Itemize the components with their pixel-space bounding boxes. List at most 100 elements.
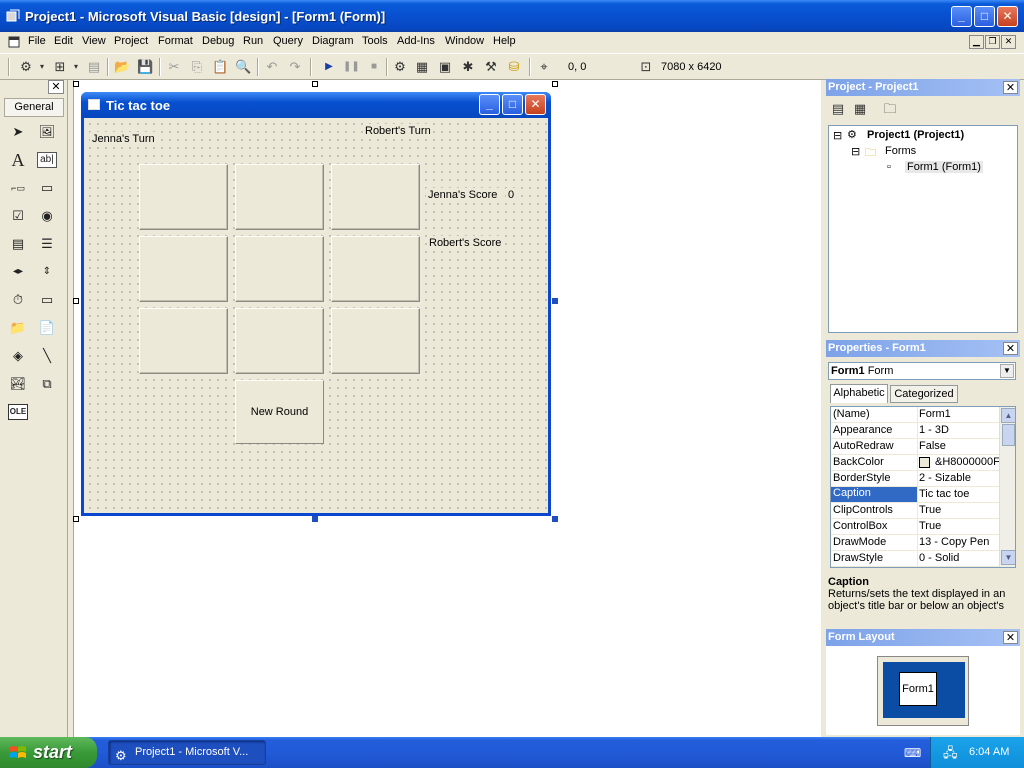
properties-grid[interactable]: (Name) Form1 Appearance 1 - 3D AutoRedraw Fal… <box>830 406 1016 568</box>
undo-icon[interactable]: ↶ <box>264 59 280 75</box>
property-row[interactable]: Appearance 1 - 3D <box>831 423 999 439</box>
resize-handle[interactable] <box>552 298 558 304</box>
collapse-icon[interactable]: ⊟ <box>851 145 860 158</box>
resize-handle[interactable] <box>552 81 558 87</box>
paste-icon[interactable]: 📋 <box>212 59 228 75</box>
robert-score-label[interactable]: Robert's Score <box>427 236 504 250</box>
menu-project[interactable]: Project <box>114 35 148 47</box>
label-tool-icon[interactable]: A <box>8 150 28 170</box>
ole-tool-icon[interactable]: OLE <box>8 404 28 420</box>
view-object-icon[interactable]: ▦ <box>852 101 868 117</box>
mdi-close-button[interactable]: ✕ <box>1001 35 1016 49</box>
timer-tool-icon[interactable]: ⏱ <box>8 290 28 310</box>
form-close-button[interactable]: ✕ <box>525 94 546 115</box>
scrollbar-thumb[interactable] <box>1002 424 1015 446</box>
property-value[interactable]: 2 - Sizable <box>919 472 999 484</box>
property-row[interactable]: ClipControls True <box>831 503 999 519</box>
form-title-bar[interactable]: Tic tac toe _ □ ✕ <box>81 92 551 118</box>
form-client-area[interactable]: Jenna's Turn Robert's Turn Jenna's Score… <box>84 118 548 513</box>
project-tree[interactable]: ⊟ ⚙ Project1 (Project1) ⊟ 🗀 Forms ▫ Form… <box>828 125 1018 333</box>
tree-project-node[interactable]: Project1 (Project1) <box>867 129 964 141</box>
toolbox-general-tab[interactable]: General <box>4 98 64 117</box>
resize-handle[interactable] <box>312 516 318 522</box>
pointer-tool-icon[interactable]: ➤ <box>8 122 28 142</box>
collapse-icon[interactable]: ⊟ <box>833 129 842 142</box>
board-cell[interactable] <box>235 308 324 374</box>
jenna-score-label[interactable]: Jenna's Score <box>426 188 500 202</box>
open-project-icon[interactable]: 📂 <box>114 59 130 75</box>
combobox-tool-icon[interactable]: ▤ <box>8 234 28 254</box>
dropdown-arrow-icon[interactable]: ▾ <box>68 59 84 75</box>
optionbutton-tool-icon[interactable]: ◉ <box>37 206 57 226</box>
maximize-button[interactable]: □ <box>974 6 995 27</box>
add-project-icon[interactable]: ⚙ <box>18 59 34 75</box>
resize-handle[interactable] <box>73 81 79 87</box>
toolbox-icon[interactable]: ⚒ <box>483 59 499 75</box>
network-icon[interactable]: 🖧 <box>943 744 958 766</box>
data-tool-icon[interactable]: ⧉ <box>37 374 57 394</box>
property-value[interactable]: &H8000000F <box>935 456 999 468</box>
form-layout-close-button[interactable]: ✕ <box>1003 631 1018 644</box>
board-cell[interactable] <box>235 236 324 302</box>
image-tool-icon[interactable]: 🏞 <box>8 374 28 394</box>
filelistbox-tool-icon[interactable]: 📄 <box>37 318 57 338</box>
property-value[interactable]: 1 - 3D <box>919 424 999 436</box>
minimize-button[interactable]: _ <box>951 6 972 27</box>
property-value[interactable]: 13 - Copy Pen <box>919 536 999 548</box>
menu-editor-icon[interactable]: ▤ <box>86 59 102 75</box>
object-browser-icon[interactable]: ✱ <box>460 59 476 75</box>
properties-window-icon[interactable]: ▦ <box>414 59 430 75</box>
resize-handle[interactable] <box>73 298 79 304</box>
board-cell[interactable] <box>331 308 420 374</box>
resize-handle[interactable] <box>552 516 558 522</box>
dropdown-arrow-icon[interactable]: ▾ <box>34 59 50 75</box>
property-value[interactable]: Form1 <box>919 408 999 420</box>
property-value[interactable]: True <box>919 520 999 532</box>
board-cell[interactable] <box>139 164 228 230</box>
object-selector-dropdown[interactable]: Form1 Form ▼ <box>828 362 1016 380</box>
close-button[interactable]: ✕ <box>997 6 1018 27</box>
jenna-score-value[interactable]: 0 <box>506 188 517 202</box>
property-value[interactable]: 0 - Solid <box>919 552 999 564</box>
break-icon[interactable]: ❚❚ <box>343 59 360 75</box>
redo-icon[interactable]: ↷ <box>287 59 303 75</box>
property-row[interactable]: AutoRedraw False <box>831 439 999 455</box>
scroll-up-icon[interactable]: ▲ <box>1001 408 1015 423</box>
toggle-folders-icon[interactable]: 🗀 <box>882 101 898 117</box>
cut-icon[interactable]: ✂ <box>166 59 182 75</box>
chevron-down-icon[interactable]: ▼ <box>1000 364 1014 378</box>
menu-run[interactable]: Run <box>243 35 263 47</box>
property-row[interactable]: DrawStyle 0 - Solid <box>831 551 999 567</box>
property-row[interactable]: DrawMode 13 - Copy Pen <box>831 535 999 551</box>
board-cell[interactable] <box>331 164 420 230</box>
menu-edit[interactable]: Edit <box>54 35 73 47</box>
jenna-turn-label[interactable]: Jenna's Turn <box>90 132 157 146</box>
menu-window[interactable]: Window <box>445 35 484 47</box>
property-row[interactable]: ControlBox True <box>831 519 999 535</box>
property-value[interactable]: False <box>919 440 999 452</box>
tree-form1-node[interactable]: Form1 (Form1) <box>905 161 983 173</box>
line-tool-icon[interactable]: ╲ <box>37 346 57 366</box>
mdi-minimize-button[interactable]: ▁ <box>969 35 984 49</box>
project-panel-close-button[interactable]: ✕ <box>1003 81 1018 94</box>
tree-forms-node[interactable]: Forms <box>885 145 916 157</box>
view-code-icon[interactable]: ▤ <box>830 101 846 117</box>
property-row[interactable]: (Name) Form1 <box>831 407 999 423</box>
project-explorer-icon[interactable]: ⚙ <box>392 59 408 75</box>
form-child-icon[interactable] <box>8 36 20 48</box>
new-round-button[interactable]: New Round <box>235 380 324 444</box>
menu-view[interactable]: View <box>82 35 106 47</box>
add-form-icon[interactable]: ⊞ <box>52 59 68 75</box>
form1-window[interactable]: Tic tac toe _ □ ✕ Jenna's Turn Robert's … <box>81 92 551 516</box>
board-cell[interactable] <box>235 164 324 230</box>
property-value[interactable]: Tic tac toe <box>919 488 999 500</box>
property-row[interactable]: BorderStyle 2 - Sizable <box>831 471 999 487</box>
mdi-restore-button[interactable]: ❐ <box>985 35 1000 49</box>
shape-tool-icon[interactable]: ◈ <box>8 346 28 366</box>
frame-tool-icon[interactable]: ⌐▭ <box>8 178 28 198</box>
commandbutton-tool-icon[interactable]: ▭ <box>37 178 57 198</box>
listbox-tool-icon[interactable]: ☰ <box>37 234 57 254</box>
vscrollbar-tool-icon[interactable]: ⇕ <box>37 262 57 282</box>
find-icon[interactable]: 🔍 <box>235 59 251 75</box>
menu-query[interactable]: Query <box>273 35 303 47</box>
